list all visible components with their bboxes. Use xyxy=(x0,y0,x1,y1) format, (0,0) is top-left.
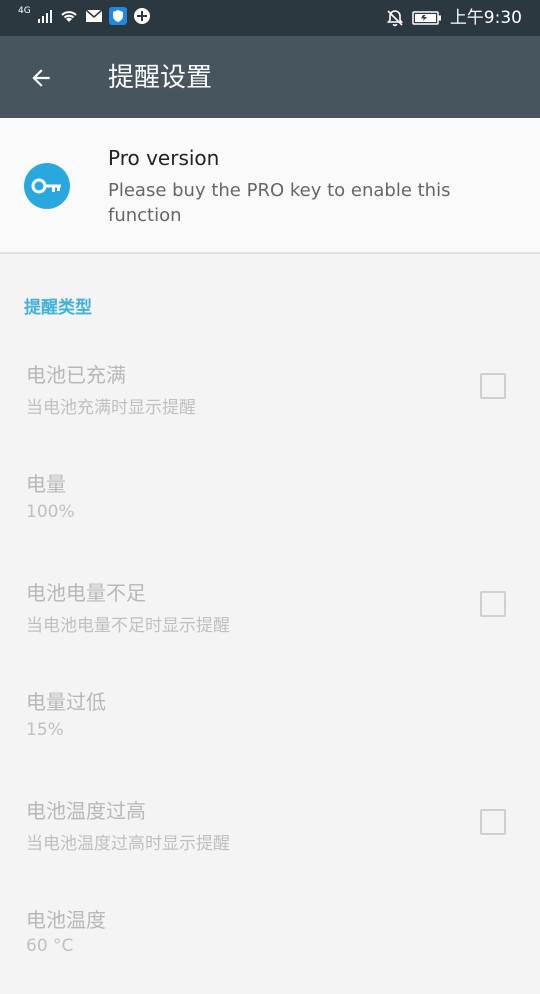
pro-title: Pro version xyxy=(108,146,220,170)
shield-app-icon xyxy=(108,7,127,25)
pref-checkbox[interactable] xyxy=(480,373,506,399)
status-bar: 4G 上午9:30 xyxy=(0,0,540,36)
pref-summary: 15% xyxy=(26,720,64,740)
pref-title: 电池温度过高 xyxy=(26,799,146,823)
status-icons-right: 上午9:30 xyxy=(386,7,522,29)
key-icon xyxy=(31,178,61,194)
pref-checkbox[interactable] xyxy=(480,591,506,617)
page-title: 提醒设置 xyxy=(108,63,213,93)
plus-circle-icon xyxy=(133,8,150,24)
mail-icon xyxy=(85,9,103,22)
pref-summary: 当电池温度过高时显示提醒 xyxy=(26,834,230,854)
pref-title: 电池已充满 xyxy=(26,363,126,387)
pro-icon-badge xyxy=(24,163,70,209)
pro-version-item[interactable]: Pro version Please buy the PRO key to en… xyxy=(0,118,540,254)
bell-off-icon xyxy=(386,10,403,27)
status-time: 上午9:30 xyxy=(449,8,522,28)
pref-title: 电量 xyxy=(26,472,66,496)
pref-battery-level[interactable]: 电量 100% xyxy=(0,450,540,558)
pref-low-level[interactable]: 电量过低 15% xyxy=(0,668,540,776)
battery-icon xyxy=(412,11,441,25)
signal-icon xyxy=(37,10,52,23)
wifi-icon xyxy=(61,11,77,22)
pref-battery-temperature[interactable]: 电池温度 60 °C xyxy=(0,886,540,994)
pref-summary: 当电池电量不足时显示提醒 xyxy=(26,616,230,636)
arrow-back-icon xyxy=(32,69,50,87)
pref-summary: 60 °C xyxy=(26,936,74,956)
pref-title: 电池电量不足 xyxy=(26,581,146,605)
pref-battery-hot[interactable]: 电池温度过高 当电池温度过高时显示提醒 xyxy=(0,777,540,885)
pref-summary: 100% xyxy=(26,502,75,522)
network-type-label: 4G xyxy=(18,6,31,16)
back-button[interactable] xyxy=(18,55,64,101)
pref-checkbox[interactable] xyxy=(480,809,506,835)
status-icons-left: 4G xyxy=(18,6,151,25)
pro-description: Please buy the PRO key to enable this fu… xyxy=(108,180,451,226)
pref-title: 电量过低 xyxy=(26,690,106,714)
pref-battery-low[interactable]: 电池电量不足 当电池电量不足时显示提醒 xyxy=(0,559,540,667)
app-bar: 提醒设置 xyxy=(0,36,540,118)
pref-summary: 当电池充满时显示提醒 xyxy=(26,398,196,418)
pref-battery-full[interactable]: 电池已充满 当电池充满时显示提醒 xyxy=(0,341,540,449)
section-header: 提醒类型 xyxy=(24,298,92,318)
pref-title: 电池温度 xyxy=(26,908,106,932)
